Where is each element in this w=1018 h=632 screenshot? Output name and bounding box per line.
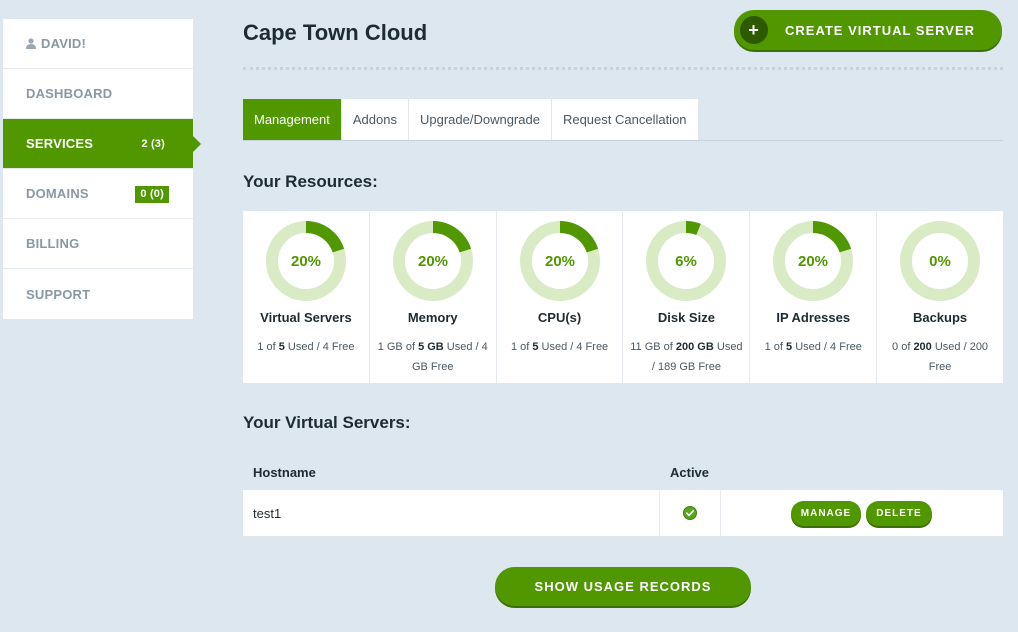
service-tabs: Management Addons Upgrade/Downgrade Requ… <box>243 99 1003 141</box>
sidebar: DAVID! DASHBOARD SERVICES 2 (3) DOMAINS … <box>3 19 201 319</box>
delete-button[interactable]: DELETE <box>866 501 932 526</box>
sidebar-item-label: BILLING <box>26 236 80 251</box>
usage-donut: 0% <box>900 221 981 301</box>
show-usage-records-button[interactable]: SHOW USAGE RECORDS <box>495 567 751 606</box>
usage-donut: 20% <box>519 221 600 301</box>
plus-icon: + <box>740 16 768 44</box>
tab-addons[interactable]: Addons <box>341 99 409 140</box>
resource-label: Memory <box>407 310 458 325</box>
sidebar-item-dashboard[interactable]: DASHBOARD <box>3 69 193 119</box>
manage-button[interactable]: MANAGE <box>791 501 861 526</box>
page-title: Cape Town Cloud <box>243 20 428 45</box>
servers-table-header: Hostname Active <box>243 456 1003 490</box>
sidebar-item-billing[interactable]: BILLING <box>3 219 193 269</box>
sidebar-item-label: SUPPORT <box>26 286 91 302</box>
resource-backups: 0% Backups 0 of 200 Used / 200 Free <box>877 211 1003 383</box>
sidebar-item-domains[interactable]: DOMAINS 0 (0) <box>3 169 193 219</box>
create-button-label: CREATE VIRTUAL SERVER <box>785 22 976 38</box>
header-divider <box>243 67 1003 70</box>
sidebar-item-support[interactable]: SUPPORT <box>3 269 193 319</box>
resource-cpus: 20% CPU(s) 1 of 5 Used / 4 Free <box>497 211 624 383</box>
resource-label: Virtual Servers <box>260 310 352 325</box>
tab-request-cancellation[interactable]: Request Cancellation <box>551 99 699 140</box>
donut-percent: 20% <box>291 253 321 270</box>
sidebar-item-services[interactable]: SERVICES 2 (3) <box>3 119 201 169</box>
donut-percent: 0% <box>929 253 951 270</box>
resource-virtual-servers: 20% Virtual Servers 1 of 5 Used / 4 Free <box>243 211 370 383</box>
resources-panel: 20% Virtual Servers 1 of 5 Used / 4 Free 2… <box>243 211 1003 383</box>
table-row: test1 MANAGE DELETE <box>243 490 1003 536</box>
usage-donut: 20% <box>773 221 854 301</box>
servers-title: Your Virtual Servers: <box>243 413 411 432</box>
user-icon <box>26 38 36 49</box>
active-cell <box>659 490 721 536</box>
column-hostname: Hostname <box>253 465 316 480</box>
sidebar-item-label: DASHBOARD <box>26 86 113 101</box>
resource-disk-size: 6% Disk Size 11 GB of 200 GB Used / 189 GB… <box>623 211 751 383</box>
sidebar-item-label: SERVICES <box>26 136 94 151</box>
sidebar-user[interactable]: DAVID! <box>3 19 193 69</box>
resource-label: Backups <box>912 310 968 325</box>
tab-upgrade-downgrade[interactable]: Upgrade/Downgrade <box>408 99 552 140</box>
donut-percent: 20% <box>418 253 448 270</box>
check-circle-icon <box>683 506 697 520</box>
resource-label: IP Adresses <box>776 310 851 325</box>
resource-detail: 0 of 200 Used / 200 Free <box>892 341 989 373</box>
resource-detail: 1 GB of 5 GB Used / 4 GB Free <box>377 341 488 373</box>
donut-percent: 6% <box>676 253 698 270</box>
resources-title: Your Resources: <box>243 172 378 191</box>
column-active: Active <box>670 465 710 480</box>
sidebar-item-count: 2 (3) <box>141 137 165 150</box>
resource-detail: 11 GB of 200 GB Used / 189 GB Free <box>630 341 743 373</box>
resource-detail: 1 of 5 Used / 4 Free <box>764 341 862 353</box>
sidebar-user-label: DAVID! <box>41 36 87 51</box>
donut-percent: 20% <box>545 253 575 270</box>
tab-management[interactable]: Management <box>243 99 342 140</box>
resource-ip-addresses: 20% IP Adresses 1 of 5 Used / 4 Free <box>750 211 878 383</box>
sidebar-item-count: 0 (0) <box>135 186 169 203</box>
resource-detail: 1 of 5 Used / 4 Free <box>510 341 609 353</box>
usage-donut: 20% <box>265 221 346 301</box>
resource-memory: 20% Memory 1 GB of 5 GB Used / 4 GB Free <box>370 211 497 383</box>
resource-label: Disk Size <box>657 310 715 325</box>
server-hostname: test1 <box>253 506 282 521</box>
usage-donut: 20% <box>392 221 473 301</box>
sidebar-item-label: DOMAINS <box>26 186 89 201</box>
resource-detail: 1 of 5 Used / 4 Free <box>257 341 355 353</box>
resource-label: CPU(s) <box>537 310 582 325</box>
usage-donut: 6% <box>646 221 727 301</box>
donut-percent: 20% <box>798 253 828 270</box>
create-virtual-server-button[interactable]: + CREATE VIRTUAL SERVER <box>734 10 1002 50</box>
